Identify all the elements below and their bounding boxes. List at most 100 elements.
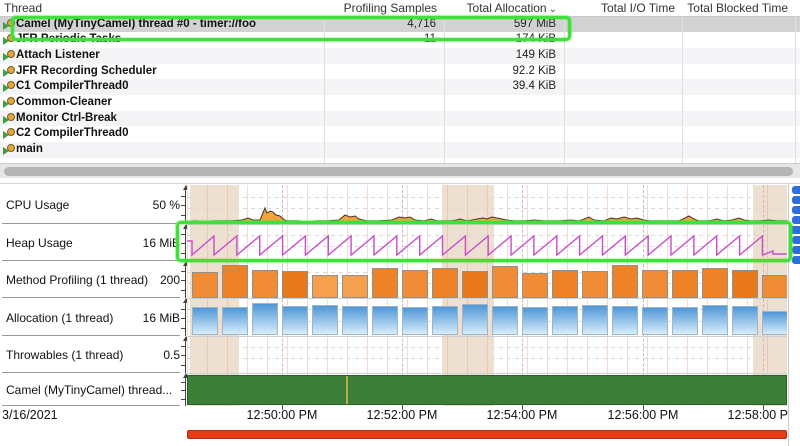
thread-row[interactable]: Common-Cleaner [0, 95, 800, 111]
thread-state-dot-icon [7, 19, 15, 27]
method-profiling-bar [282, 271, 308, 298]
timeline-row-label-cpu-usage: CPU Usage [6, 198, 69, 212]
heap-usage-chart [187, 225, 787, 262]
legend-button-icon[interactable] [792, 206, 800, 214]
row-axis-tick [181, 280, 185, 281]
thread-state-dot-icon [7, 113, 15, 121]
method-profiling-bar [702, 268, 728, 298]
legend-button-icon[interactable] [792, 196, 800, 204]
column-separator [682, 0, 683, 163]
allocation-bar [612, 306, 638, 335]
thread-state-dot-icon [7, 66, 15, 74]
thread-icon [3, 144, 16, 156]
thread-icon [3, 81, 16, 93]
thread-row[interactable]: C1 CompilerThread039.4 KiB [0, 79, 800, 95]
method-profiling-bar [642, 270, 668, 298]
date-label: 3/16/2021 [2, 408, 58, 422]
column-header-label: Total Blocked Time [687, 1, 788, 15]
method-profiling-bar [552, 270, 578, 298]
allocation-bar [252, 303, 278, 335]
allocation-bar [312, 305, 338, 335]
thread-icon [3, 19, 16, 31]
allocation-bar [192, 307, 218, 335]
method-profiling-bar [762, 275, 787, 298]
column-separator [795, 0, 796, 163]
thread-name: Common-Cleaner [16, 96, 112, 108]
thread-state-dot-icon [7, 81, 15, 89]
thread-row[interactable]: JFR Recording Scheduler92.2 KiB [0, 64, 800, 80]
thread-row[interactable]: main [0, 142, 800, 158]
timeline-row-label-throwables: Throwables (1 thread) [6, 348, 123, 362]
thread-row[interactable]: Attach Listener149 KiB [0, 48, 800, 64]
row-axis-tick [181, 399, 185, 400]
total-allocation-cell: 597 MiB [444, 18, 556, 30]
row-divider-line [2, 372, 180, 373]
timeline-row-label-camel-mytin: Camel (MyTinyCamel) thread... [6, 383, 172, 397]
column-header-thread[interactable]: Thread [4, 0, 324, 16]
thread-table: Camel (MyTinyCamel) thread #0 - timer://… [0, 0, 800, 163]
allocation-bar [432, 306, 458, 335]
row-axis-tick [181, 355, 185, 356]
row-axis-tick [181, 196, 185, 197]
thread-row[interactable]: Camel (MyTinyCamel) thread #0 - timer://… [0, 17, 800, 33]
timeline-range-indicator[interactable] [187, 430, 787, 439]
row-axis-line [185, 265, 186, 298]
allocation-bar [672, 307, 698, 335]
thread-row[interactable]: Monitor Ctrl-Break [0, 111, 800, 127]
allocation-bar [702, 305, 728, 335]
legend-button-icon[interactable] [792, 216, 800, 224]
legend-button-icon[interactable] [792, 236, 800, 244]
time-axis-label: 12:50:00 PM [232, 408, 332, 422]
thread-row[interactable]: JFR Periodic Tasks11174 KiB [0, 32, 800, 48]
time-axis-label: 12:52:00 PM [352, 408, 452, 422]
method-profiling-bar [432, 268, 458, 298]
allocation-bar [762, 311, 787, 335]
horizontal-gridline [187, 347, 787, 348]
column-header-total-allocation[interactable]: Total Allocation⌄ [444, 0, 557, 16]
table-header: Thread Profiling Samples Total Allocation⌄… [0, 0, 800, 16]
row-axis-tick [181, 365, 185, 366]
thread-icon [3, 128, 16, 140]
timeline-row-scale: 200 [120, 273, 180, 287]
column-header-label: Profiling Samples [344, 1, 437, 15]
method-profiling-bar [672, 270, 698, 298]
thread-name: Monitor Ctrl-Break [16, 112, 117, 124]
column-separator [444, 0, 445, 163]
horizontal-scrollbar[interactable] [0, 163, 800, 178]
total-allocation-cell: 39.4 KiB [444, 80, 556, 92]
thread-icon [3, 113, 16, 125]
method-profiling-bar [612, 265, 638, 298]
scrollbar-thumb[interactable] [4, 167, 793, 176]
allocation-bar [462, 304, 488, 335]
row-divider-line [2, 260, 180, 261]
method-profiling-bar [252, 270, 278, 298]
row-axis-tick [181, 346, 185, 347]
thread-state-dot-icon [7, 97, 15, 105]
allocation-bar [402, 307, 428, 335]
thread-name: Attach Listener [16, 49, 100, 61]
legend-button-icon[interactable] [792, 256, 800, 264]
row-divider-line [2, 335, 180, 336]
column-header-label: Total I/O Time [601, 1, 675, 15]
profiling-samples-cell: 11 [324, 33, 436, 45]
row-axis-line [185, 302, 186, 336]
thread-state-dot-icon [7, 144, 15, 152]
row-axis-tick [181, 328, 185, 329]
method-profiling-bar [492, 266, 518, 298]
column-separator [324, 0, 325, 163]
row-axis-tick [181, 290, 185, 291]
allocation-bar [642, 307, 668, 335]
column-header-total-i-o-time[interactable]: Total I/O Time [564, 0, 675, 16]
legend-button-icon[interactable] [790, 226, 800, 234]
allocation-bar [492, 306, 518, 335]
column-header-label: Total Allocation [467, 1, 547, 15]
column-header-profiling-samples[interactable]: Profiling Samples [324, 0, 437, 16]
allocation-bar [552, 306, 578, 335]
time-axis-label: 12:54:00 PM [472, 408, 572, 422]
legend-button-icon[interactable] [792, 186, 800, 194]
row-axis-tick [181, 234, 185, 235]
legend-button-icon[interactable] [792, 246, 800, 254]
column-header-total-blocked-time[interactable]: Total Blocked Time [682, 0, 788, 16]
row-axis-tick [181, 253, 185, 254]
thread-row[interactable]: C2 CompilerThread0 [0, 126, 800, 142]
